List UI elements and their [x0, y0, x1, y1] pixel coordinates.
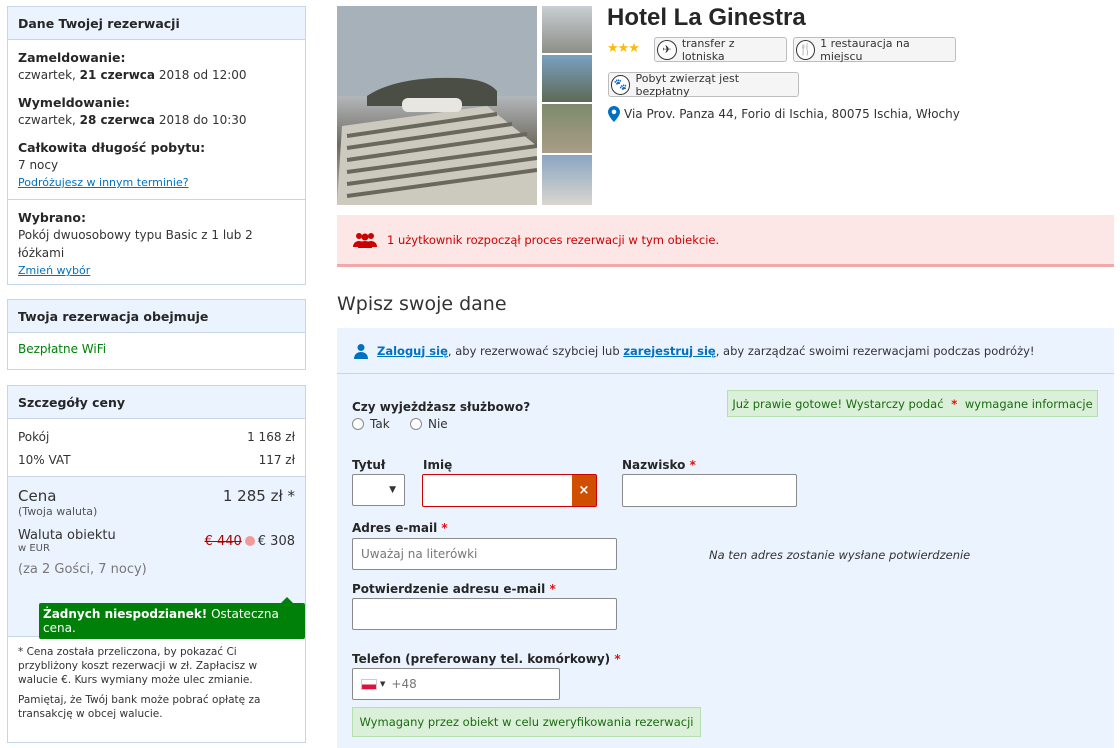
shuttle-icon: ✈ [657, 39, 677, 60]
phone-prefix: +48 [391, 677, 417, 691]
paw-icon: 🐾 [611, 74, 631, 95]
business-no-label: Nie [428, 417, 448, 431]
almost-ready-note: Już prawie gotowe! Wystarczy podać * wym… [727, 390, 1098, 417]
country-dropdown-arrow-icon: ▼ [380, 680, 386, 688]
title-label: Tytuł [352, 458, 386, 472]
facility-pets: 🐾 Pobyt zwierząt jest bezpłatny [608, 71, 799, 98]
hotel-currency-label: Waluta obiektu [18, 528, 116, 543]
price-title: Szczegóły ceny [8, 386, 305, 419]
price-panel: Szczegóły ceny Pokój 1 168 zł 10% VAT 117 … [7, 385, 306, 743]
total-sub: (Twoja waluta) [18, 505, 98, 518]
last-name-input[interactable] [622, 474, 797, 507]
change-selection-link[interactable]: Zmień wybór [18, 262, 295, 280]
last-name-label: Nazwisko * [622, 458, 696, 472]
guest-details-form: Zaloguj się , aby rezerwować szybciej lu… [337, 328, 1114, 748]
stay-length-label: Całkowita długość pobytu: [18, 140, 206, 155]
includes-panel: Twoja rezerwacja obejmuje Bezpłatne WiFi [7, 299, 306, 370]
booking-activity-alert: 1 użytkownik rozpoczął proces rezerwacji… [337, 215, 1114, 267]
business-yes-label: Tak [370, 417, 390, 431]
discount-dot-icon [244, 536, 255, 546]
total-section: Cena (Twoja waluta) 1 285 zł * Waluta ob… [8, 477, 305, 639]
facility-restaurant: 🍴 1 restauracja na miejscu [793, 36, 956, 63]
business-trip-label: Czy wyjeżdżasz służbowo? [352, 400, 531, 414]
hotel-name: Hotel La Ginestra [607, 4, 806, 31]
hotel-thumb-1[interactable] [542, 6, 592, 53]
login-mid-text: , aby rezerwować szybciej lub [447, 343, 624, 358]
star-rating: ★★★ [607, 41, 640, 56]
map-pin-icon [608, 106, 620, 122]
total-value: 1 285 zł * [222, 487, 295, 505]
checkin-value: czwartek, 21 czerwca 2018 od 12:00 [18, 68, 247, 82]
includes-title: Twoja rezerwacja obejmuje [8, 300, 305, 333]
email-note: Na ten adres zostanie wysłane potwierdze… [709, 548, 971, 562]
facility-restaurant-label: 1 restauracja na miejscu [820, 36, 910, 63]
login-end-text: , aby zarządzać swoimi rezerwacjami podc… [715, 343, 1035, 358]
old-price: € 440 [204, 533, 242, 549]
stay-length-value: 7 nocy [18, 158, 59, 172]
guests-nights: (za 2 Gości, 7 nocy) [18, 562, 147, 577]
new-price: € 308 [257, 533, 295, 549]
first-name-label: Imię [423, 458, 453, 472]
user-icon [354, 343, 368, 359]
hotel-currency-sub: w EUR [18, 543, 50, 554]
phone-note: Wymagany przez obiekt w celu zweryfikowa… [352, 707, 701, 737]
email-label: Adres e-mail * [352, 521, 448, 535]
conversion-note: * Cena została przeliczona, by pokazać C… [18, 646, 258, 686]
room-price-value: 1 168 zł [247, 430, 295, 444]
checkin-label: Zameldowanie: [18, 50, 126, 65]
phone-label: Telefon (preferowany tel. komórkowy) * [352, 652, 621, 666]
vat-label: 10% VAT [18, 453, 71, 467]
room-price-row: Pokój 1 168 zł [18, 426, 295, 449]
vat-row: 10% VAT 117 zł [18, 449, 295, 472]
total-label: Cena [18, 487, 57, 505]
phone-input[interactable]: ▼ +48 [352, 668, 560, 700]
users-icon [353, 232, 377, 248]
restaurant-icon: 🍴 [796, 39, 816, 60]
hotel-thumb-3[interactable] [542, 104, 592, 153]
wifi-item: Bezpłatne WiFi [18, 342, 107, 356]
poland-flag-icon[interactable] [361, 678, 377, 690]
selected-label: Wybrano: [18, 210, 86, 225]
hotel-thumb-2[interactable] [542, 55, 592, 102]
email-confirm-label: Potwierdzenie adresu e-mail * [352, 582, 556, 596]
checkout-label: Wymeldowanie: [18, 95, 130, 110]
facility-airport-transfer: ✈ transfer z lotniska [654, 36, 787, 63]
hotel-address-text: Via Prov. Panza 44, Forio di Ischia, 800… [624, 107, 960, 121]
hotel-main-photo[interactable] [337, 6, 537, 205]
vat-value: 117 zł [258, 453, 295, 467]
booking-details-title: Dane Twojej rezerwacji [8, 7, 305, 40]
form-heading: Wpisz swoje dane [337, 293, 507, 315]
login-link[interactable]: Zaloguj się [377, 344, 448, 358]
login-prompt: Zaloguj się , aby rezerwować szybciej lu… [337, 328, 1114, 374]
business-yes-radio[interactable]: Tak [352, 417, 390, 431]
facility-airport-transfer-label: transfer z lotniska [681, 36, 735, 63]
title-select[interactable]: ▼ [352, 474, 405, 506]
no-surprises-badge: Żadnych niespodzianek! Ostateczna cena. [39, 597, 305, 639]
bank-fee-note: Pamiętaj, że Twój bank może pobrać opłat… [18, 694, 261, 720]
email-confirm-input[interactable] [352, 598, 617, 630]
hotel-thumb-4[interactable] [542, 155, 592, 205]
register-link[interactable]: zarejestruj się [623, 344, 715, 358]
booking-activity-text: 1 użytkownik rozpoczął proces rezerwacji… [387, 232, 720, 247]
checkout-value: czwartek, 28 czerwca 2018 do 10:30 [18, 113, 247, 127]
email-input[interactable]: Uważaj na literówki [352, 538, 617, 570]
dropdown-arrow-icon: ▼ [389, 485, 396, 495]
booking-details-panel: Dane Twojej rezerwacji Zameldowanie: czw… [7, 6, 306, 285]
facility-pets-label: Pobyt zwierząt jest bezpłatny [635, 71, 740, 98]
change-dates-link[interactable]: Podróżujesz w innym terminie? [18, 174, 295, 192]
first-name-input[interactable]: × [422, 474, 597, 507]
business-no-radio[interactable]: Nie [410, 417, 448, 431]
room-price-label: Pokój [18, 430, 50, 444]
hotel-address: Via Prov. Panza 44, Forio di Ischia, 800… [608, 106, 960, 122]
error-x-icon: × [572, 475, 596, 506]
selected-room: Pokój dwuosobowy typu Basic z 1 lub 2 łó… [18, 228, 253, 260]
